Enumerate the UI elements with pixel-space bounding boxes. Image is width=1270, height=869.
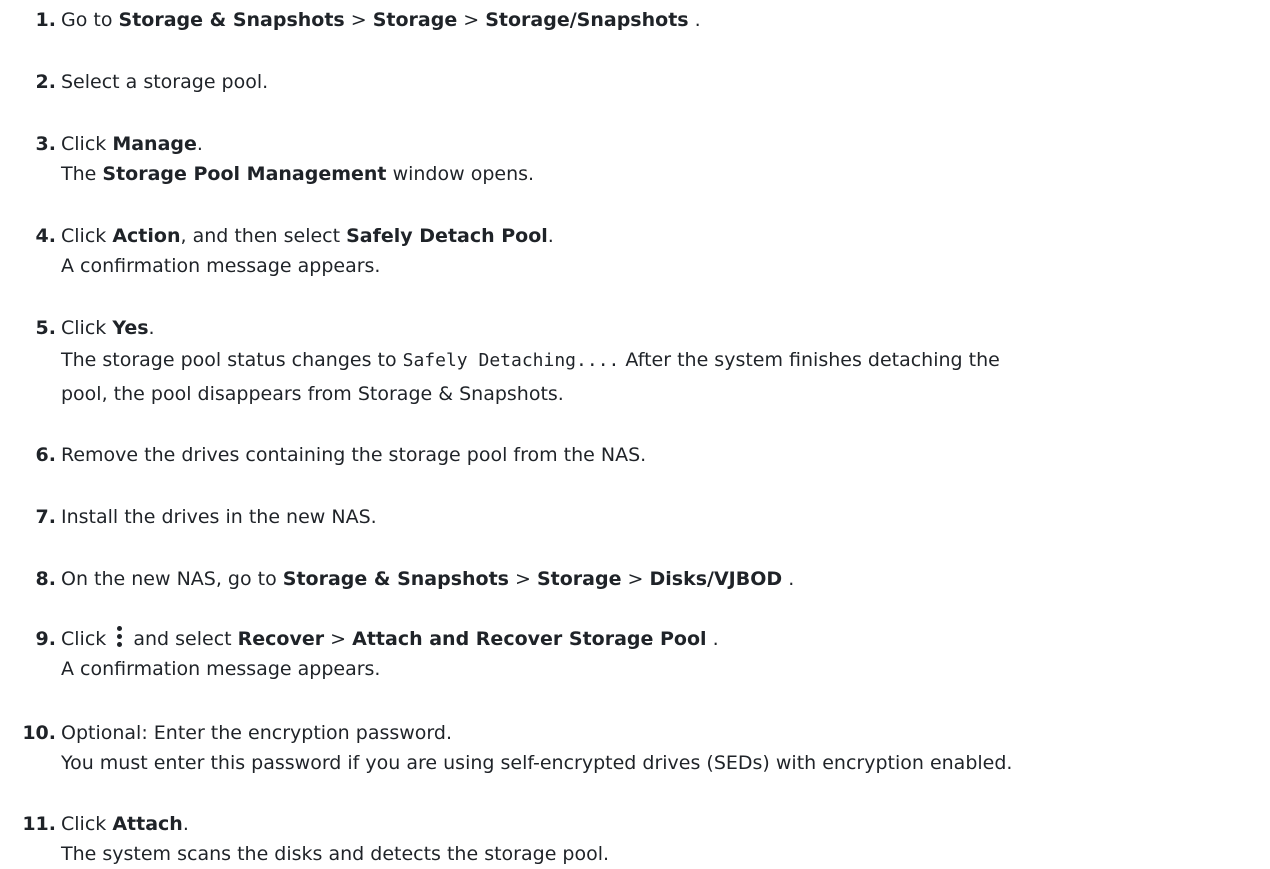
step-result: You must enter this password if you are … [61,752,1013,774]
step-number: 5. [35,317,56,339]
ui-label: Storage Pool Management [102,163,387,185]
step-result: The Storage Pool Management window opens… [61,163,535,185]
step-text: Remove the drives containing the storage… [61,444,647,466]
step-result: A confirmation message appears. [61,255,381,277]
step-text: Click Action, and then select Safely Det… [61,225,554,247]
step-text: Go to Storage & Snapshots > Storage > St… [61,9,701,31]
step-text: Optional: Enter the encryption password. [61,722,453,744]
ui-label: Manage [112,133,197,155]
status-value: Safely Detaching.... [402,350,620,371]
ui-label: Disks/VJBOD [649,568,783,590]
ui-label: Attach and Recover Storage Pool [352,628,707,650]
step-text: Install the drives in the new NAS. [61,506,377,528]
step-number: 9. [35,628,56,650]
step-number: 1. [35,9,56,31]
step-result: A confirmation message appears. [61,658,381,680]
kebab-icon [114,626,124,648]
step-number: 11. [22,813,56,835]
step-text: Click and select Recover > Attach and Re… [61,626,719,650]
ui-label: Recover [237,628,325,650]
step-number: 2. [35,71,56,93]
step-number: 3. [35,133,56,155]
ui-label: Safely Detach Pool [346,225,548,247]
step-number: 7. [35,506,56,528]
ui-label: Storage & Snapshots [118,9,345,31]
step-text: Click Yes. [61,317,155,339]
ui-label: Storage & Snapshots [282,568,509,590]
step-text: Select a storage pool. [61,71,269,93]
ui-label: Storage [536,568,622,590]
step-text: On the new NAS, go to Storage & Snapshot… [61,568,795,590]
step-number: 10. [22,722,56,744]
step-text: Click Manage. [61,133,203,155]
step-number: 4. [35,225,56,247]
ui-label: Storage [372,9,458,31]
step-result: The system scans the disks and detects t… [61,843,610,865]
step-result: The storage pool status changes to Safel… [61,349,1000,371]
step-result: pool, the pool disappears from Storage &… [61,383,564,405]
step-number: 6. [35,444,56,466]
ui-label: Yes [112,317,149,339]
step-text: Click Attach. [61,813,189,835]
ui-label: Storage/Snapshots [485,9,689,31]
ui-label: Attach [112,813,183,835]
step-number: 8. [35,568,56,590]
ui-label: Action [112,225,181,247]
